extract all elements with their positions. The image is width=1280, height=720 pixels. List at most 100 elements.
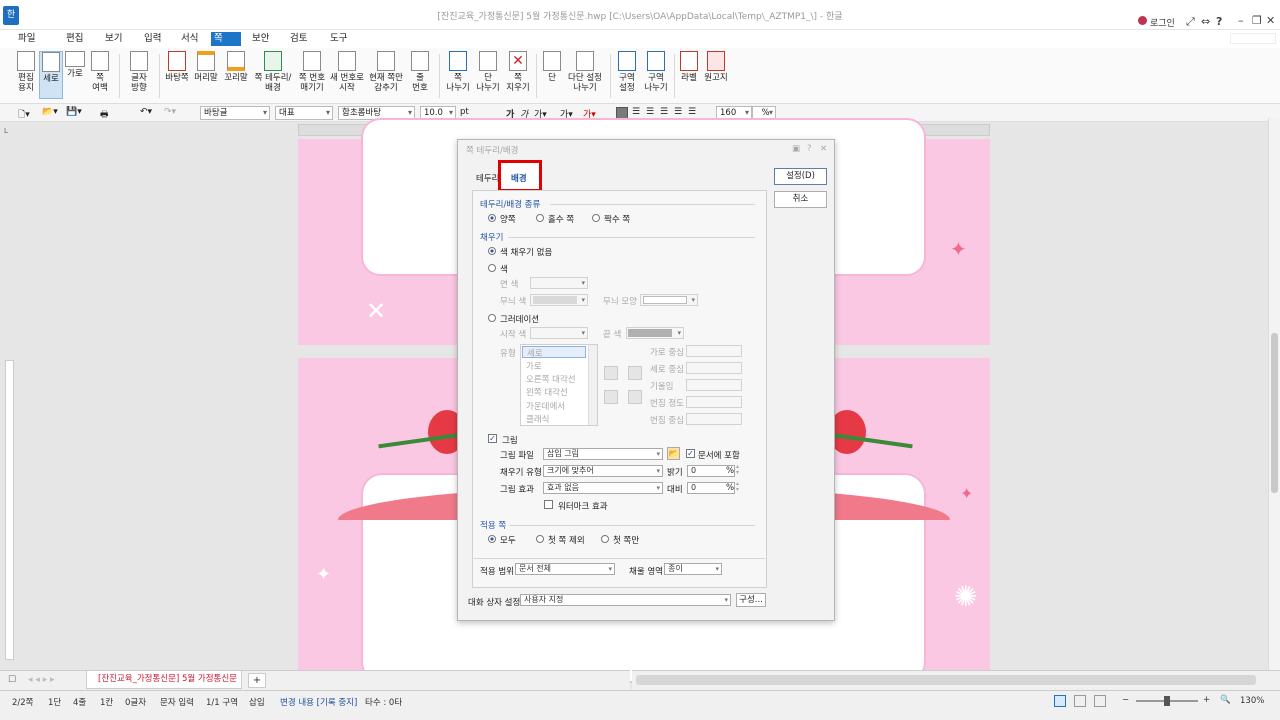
label-button[interactable]: 라벨 [678,51,700,83]
status-input-mode[interactable]: 문자 입력 [160,696,194,708]
menu-security[interactable]: 보안 [249,32,272,46]
menu-edit[interactable]: 편집 [63,32,86,46]
grad-type-item[interactable]: 왼쪽 대각선 [526,386,568,398]
radio-odd[interactable] [536,214,544,222]
minimize-icon[interactable]: – [1238,14,1244,27]
new-doc-icon[interactable]: 🗋▾ [18,107,30,123]
zoom-input[interactable]: 160 [716,106,752,120]
zoom-unit[interactable]: % [752,106,776,120]
v-center-input[interactable] [686,362,742,374]
tab-nav-icons[interactable]: ◂ ◂ ▸ ▸ [28,675,55,685]
dialog-help-icon[interactable]: ? [807,144,812,154]
add-tab-button[interactable]: + [248,673,266,688]
print-icon[interactable]: 🖶 [100,107,109,123]
tab-background[interactable]: 배경 [498,160,542,192]
columns-button[interactable]: 단 [540,51,564,83]
spread-center-input[interactable] [686,413,742,425]
picture-file-select[interactable]: 삽입 그림 [543,448,663,460]
view-fit-icon[interactable] [1074,695,1086,707]
language-select[interactable]: 대표 [275,106,333,120]
open-icon[interactable]: 📂▾ [42,107,58,117]
radio-even[interactable] [592,214,600,222]
align-justify-icon[interactable] [616,107,628,119]
close-icon[interactable]: ✕ [1266,14,1275,27]
tilt-input[interactable] [686,379,742,391]
align-right-icon[interactable]: ☰ [646,107,654,117]
pattern-shape-select[interactable] [640,294,698,306]
page-break-button[interactable]: 쪽 나누기 [444,51,472,93]
menu-view[interactable]: 보기 [102,32,125,46]
status-track-changes[interactable]: 변경 내용 [기록 중지] [280,696,357,708]
pic-effect-select[interactable]: 효과 없음 [543,482,663,494]
start-color-select[interactable] [530,327,588,339]
spread-input[interactable] [686,396,742,408]
grad-type-item[interactable]: 가운데에서 [526,400,565,412]
radio-no-fill[interactable] [488,247,496,255]
watermark-checkbox[interactable] [544,500,553,509]
menu-review[interactable]: 검토 [287,32,310,46]
style-select[interactable]: 바탕글 [200,106,270,120]
align-left-icon[interactable]: ☰ [632,107,640,117]
zoom-in-icon[interactable]: + [1203,695,1210,705]
radio-gradation[interactable] [488,314,496,322]
brightness-spinner[interactable]: ▴ ▾ [736,464,739,476]
header-button[interactable]: 머리말 [193,51,219,83]
split-icon[interactable]: ☰ [688,107,696,117]
view-normal-icon[interactable] [1054,695,1066,707]
grad-type-item[interactable]: 가로 [526,360,542,372]
redo-icon[interactable]: ↷▾ [164,107,176,117]
help-button[interactable]: ? [1216,15,1222,28]
search-box[interactable] [1230,33,1276,44]
footer-button[interactable]: 꼬리말 [223,51,249,83]
align-center-icon[interactable]: ☰ [660,107,668,117]
multi-column-button[interactable]: 다단 설정 나누기 [566,51,604,93]
strike-icon[interactable]: 가▾ [560,107,573,120]
radio-color[interactable] [488,264,496,272]
bold-icon[interactable]: 가 [506,107,514,120]
fill-area-select[interactable]: 종이 [664,563,722,575]
font-size-input[interactable]: 10.0 [420,106,456,120]
zoom-slider-thumb[interactable] [1164,696,1170,706]
pattern-color-select[interactable] [530,294,588,306]
end-color-select[interactable] [626,327,684,339]
new-number-button[interactable]: 새 번호로 시작 [329,51,365,93]
grad-type-item[interactable]: 오른쪽 대각선 [526,373,576,385]
delete-page-button[interactable]: ✕ 쪽 지우기 [504,51,532,93]
grad-type-item[interactable]: 클래식 [526,413,549,425]
grad-type-item[interactable]: 세로 [522,346,586,359]
h-center-input[interactable] [686,345,742,357]
undo-icon[interactable]: ↶▾ [140,107,152,117]
scroll-thumb[interactable] [1271,333,1278,493]
horizontal-scrollbar[interactable] [632,670,1280,690]
column-break-button[interactable]: 단 나누기 [474,51,502,93]
picture-checkbox[interactable]: ✓ [488,434,497,443]
vertical-scrollbar[interactable] [1268,118,1280,670]
radio-all-pages[interactable] [488,535,496,543]
status-insert[interactable]: 삽입 [249,696,265,708]
master-page-button[interactable]: 바탕쪽 [164,51,190,83]
line-number-button[interactable]: 줄 번호 [407,51,433,93]
face-color-select[interactable] [530,277,588,289]
list-scrollbar[interactable] [588,345,597,425]
menu-page[interactable]: 쪽 [211,32,241,46]
radio-first-only[interactable] [601,535,609,543]
contrast-spinner[interactable]: ▴ ▾ [736,481,739,493]
radio-except-first[interactable] [536,535,544,543]
apply-range-select[interactable]: 문서 전체 [515,563,615,575]
gradation-type-list[interactable]: 세로 가로 오른쪽 대각선 왼쪽 대각선 가운데에서 클래식 [520,344,598,426]
portrait-button[interactable]: 세로 [39,51,63,99]
section-break-button[interactable]: 구역 나누기 [643,51,669,93]
menu-insert[interactable]: 입력 [141,32,164,46]
underline-icon[interactable]: 가▾ [534,107,547,120]
landscape-button[interactable]: 가로 [64,51,86,79]
page-border-bg-button[interactable]: 쪽 테두리/ 배경 [253,51,293,93]
zoom-search-icon[interactable]: 🔍 [1220,695,1231,705]
view-page-icon[interactable] [1094,695,1106,707]
zoom-out-icon[interactable]: − [1122,695,1129,705]
font-color-icon[interactable]: 가▾ [583,107,596,120]
document-tab[interactable]: [잔진교육_가정통신문] 5월 가정통신문 [86,671,242,689]
tab-border[interactable]: 테두리 [476,172,499,184]
radio-both[interactable] [488,214,496,222]
page-setup-button[interactable]: 편집 용지 [13,51,39,93]
ruler-toggle-icon[interactable]: L [4,127,8,135]
